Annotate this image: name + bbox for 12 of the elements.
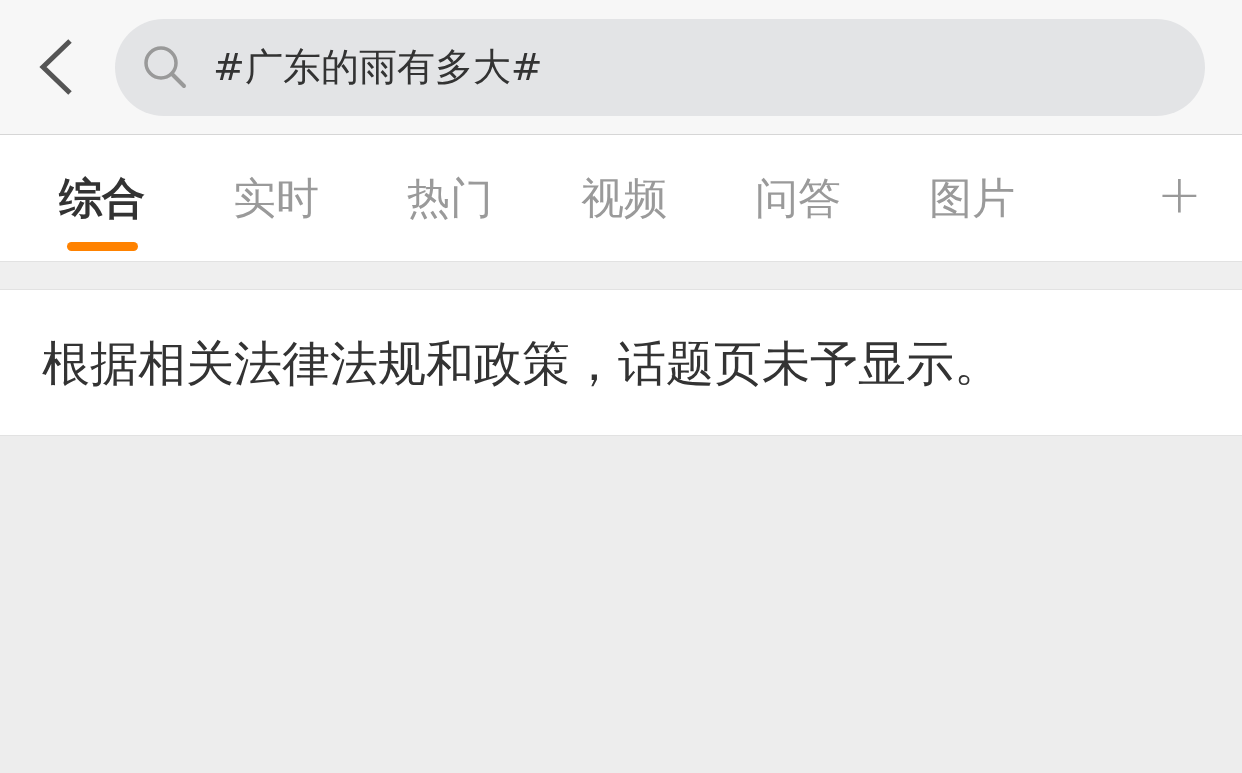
tab[interactable]: 实时 (232, 135, 320, 261)
tab[interactable]: 图片 (928, 135, 1016, 261)
tab[interactable]: 视频 (580, 135, 668, 261)
tab-underline (67, 242, 138, 251)
tab[interactable]: 问答 (754, 135, 842, 261)
notice-text: 根据相关法律法规和政策，话题页未予显示。 (42, 333, 1002, 393)
tab[interactable]: 热门 (406, 135, 494, 261)
tab[interactable]: 综合 (58, 135, 146, 261)
back-icon[interactable] (38, 38, 74, 96)
search-field[interactable]: #广东的雨有多大# (115, 18, 1205, 116)
add-tab-button[interactable]: + (1156, 165, 1202, 225)
search-icon (143, 44, 187, 89)
